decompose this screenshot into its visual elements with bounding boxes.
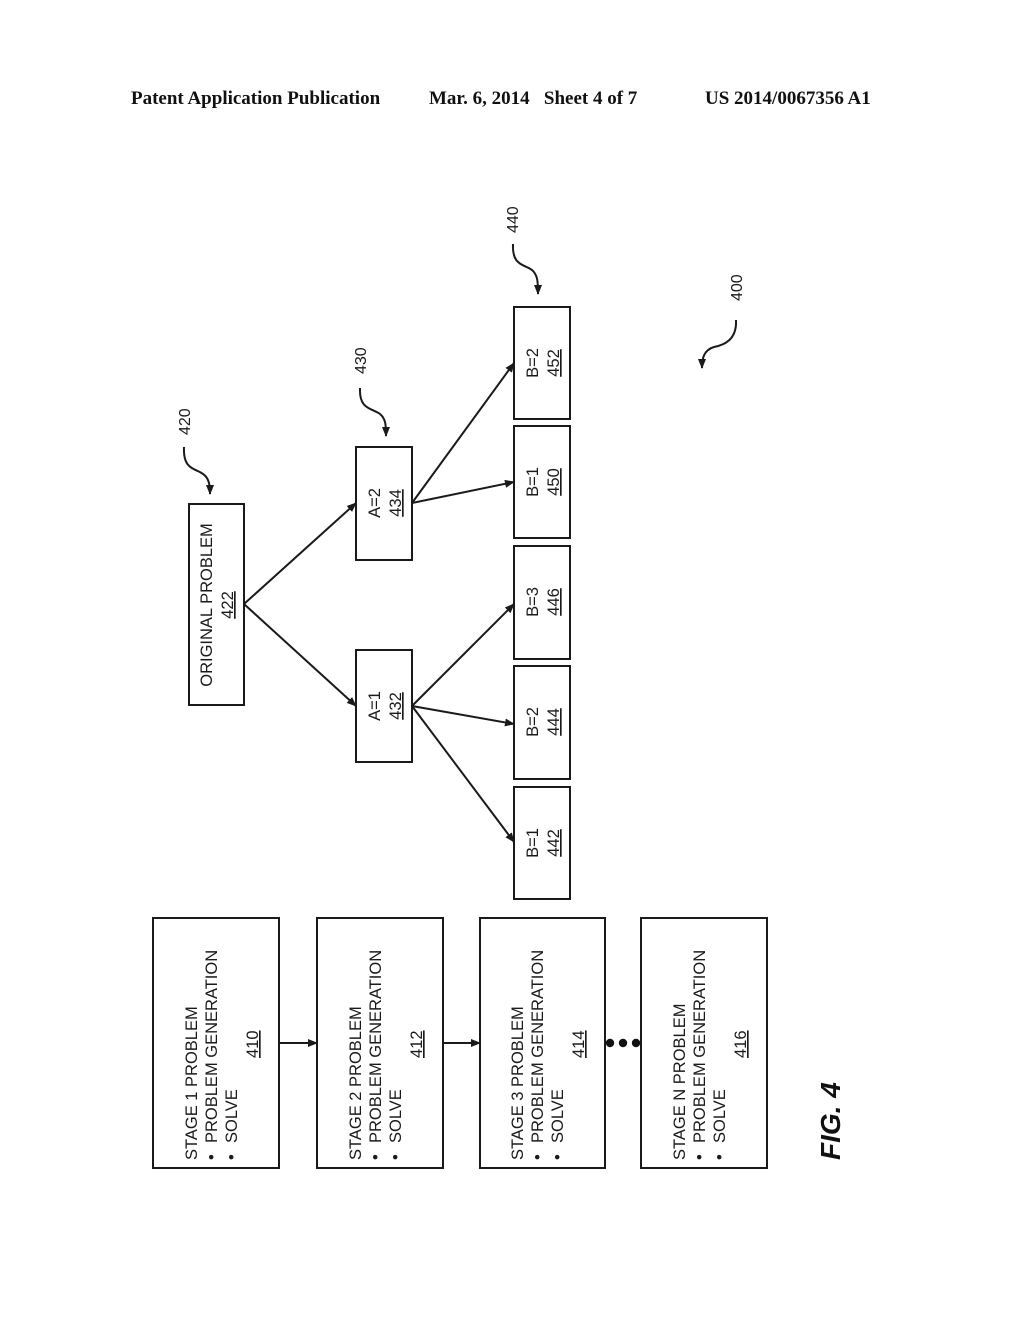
edge-a2-to-450 bbox=[411, 479, 515, 504]
node-a2: A=2 434 bbox=[355, 446, 413, 561]
stage-2-ref: 412 bbox=[408, 1030, 426, 1058]
stage-1-ref: 410 bbox=[244, 1030, 262, 1058]
stage-n-bullet-1-dot: • bbox=[691, 1154, 709, 1160]
edge-a1-to-444 bbox=[411, 705, 515, 727]
stage-n-title: STAGE N PROBLEM bbox=[671, 1004, 689, 1160]
stage-3-title: STAGE 3 PROBLEM bbox=[509, 1006, 527, 1160]
stage-box-n: STAGE N PROBLEM • PROBLEM GENERATION • S… bbox=[640, 917, 768, 1169]
stage-1-title: STAGE 1 PROBLEM bbox=[183, 1006, 201, 1160]
node-450-ref: 450 bbox=[545, 468, 563, 496]
callout-400: 400 bbox=[698, 274, 746, 369]
stage-box-3: STAGE 3 PROBLEM • PROBLEM GENERATION • S… bbox=[479, 917, 606, 1169]
callout-430: 430 bbox=[353, 347, 390, 437]
node-a1-label: A=1 bbox=[366, 691, 384, 721]
callout-420: 420 bbox=[177, 408, 214, 495]
ellipsis-dot bbox=[618, 1038, 628, 1048]
node-446-ref: 446 bbox=[545, 588, 563, 616]
stage-2-bullet-1: PROBLEM GENERATION bbox=[367, 950, 385, 1143]
figure-label: FIG. 4 bbox=[815, 1082, 846, 1160]
stage-box-2: STAGE 2 PROBLEM • PROBLEM GENERATION • S… bbox=[316, 917, 444, 1169]
node-b2-444: B=2 444 bbox=[513, 665, 571, 780]
root-node-original-problem: ORIGINAL PROBLEM 422 bbox=[188, 503, 245, 706]
node-a2-label: A=2 bbox=[366, 488, 384, 518]
stage-1-bullet-2-dot: • bbox=[223, 1154, 241, 1160]
stage-2-title: STAGE 2 PROBLEM bbox=[347, 1006, 365, 1160]
ellipsis-dots bbox=[605, 1038, 641, 1048]
ellipsis-dot bbox=[631, 1038, 641, 1048]
stage-1-bullet-2: SOLVE bbox=[223, 1089, 241, 1143]
stage-1-bullet-1: PROBLEM GENERATION bbox=[203, 950, 221, 1143]
node-a1: A=1 432 bbox=[355, 649, 413, 763]
edge-a2-to-452 bbox=[411, 362, 515, 504]
node-446-label: B=3 bbox=[524, 587, 542, 617]
stage-box-1: STAGE 1 PROBLEM • PROBLEM GENERATION • S… bbox=[152, 917, 280, 1169]
stage-3-bullet-1-dot: • bbox=[529, 1154, 547, 1160]
node-a1-ref: 432 bbox=[387, 692, 405, 720]
edge-a1-to-446 bbox=[411, 603, 515, 707]
node-b1-442: B=1 442 bbox=[513, 786, 571, 900]
node-444-ref: 444 bbox=[545, 708, 563, 736]
stage-2-bullet-2: SOLVE bbox=[387, 1089, 405, 1143]
edge-root-to-a2 bbox=[243, 502, 357, 605]
callout-430-arrow bbox=[358, 387, 390, 437]
node-b2-452: B=2 452 bbox=[513, 306, 571, 420]
callout-440: 440 bbox=[505, 206, 542, 295]
stage-n-bullet-2: SOLVE bbox=[711, 1089, 729, 1143]
node-444-label: B=2 bbox=[524, 707, 542, 737]
node-450-label: B=1 bbox=[524, 467, 542, 497]
node-442-label: B=1 bbox=[524, 828, 542, 858]
edge-a1-to-442 bbox=[411, 705, 515, 843]
stage-3-bullet-1: PROBLEM GENERATION bbox=[529, 950, 547, 1143]
root-node-ref: 422 bbox=[219, 591, 237, 619]
node-a2-ref: 434 bbox=[387, 489, 405, 517]
stage-3-bullet-2: SOLVE bbox=[549, 1089, 567, 1143]
node-452-label: B=2 bbox=[524, 348, 542, 378]
callout-400-arrow bbox=[698, 319, 738, 369]
callout-420-label: 420 bbox=[177, 408, 194, 435]
node-442-ref: 442 bbox=[545, 829, 563, 857]
node-452-ref: 452 bbox=[545, 349, 563, 377]
root-node-label: ORIGINAL PROBLEM bbox=[198, 523, 216, 687]
edge-root-to-a1 bbox=[243, 603, 357, 707]
node-b3-446: B=3 446 bbox=[513, 545, 571, 660]
stage-n-ref: 416 bbox=[732, 1030, 750, 1058]
node-b1-450: B=1 450 bbox=[513, 425, 571, 539]
figure-4-diagram: STAGE 1 PROBLEM • PROBLEM GENERATION • S… bbox=[152, 206, 846, 1169]
stage-2-bullet-2-dot: • bbox=[387, 1154, 405, 1160]
stage-1-bullet-1-dot: • bbox=[203, 1154, 221, 1160]
callout-440-label: 440 bbox=[505, 206, 522, 233]
stage-3-bullet-2-dot: • bbox=[549, 1154, 567, 1160]
stage-3-ref: 414 bbox=[570, 1030, 588, 1058]
callout-430-label: 430 bbox=[353, 347, 370, 374]
callout-420-arrow bbox=[182, 446, 214, 495]
stage-2-bullet-1-dot: • bbox=[367, 1154, 385, 1160]
stage-n-bullet-1: PROBLEM GENERATION bbox=[691, 950, 709, 1143]
stage-n-bullet-2-dot: • bbox=[711, 1154, 729, 1160]
callout-440-arrow bbox=[511, 243, 542, 295]
callout-400-label: 400 bbox=[729, 274, 746, 301]
ellipsis-dot bbox=[605, 1038, 615, 1048]
